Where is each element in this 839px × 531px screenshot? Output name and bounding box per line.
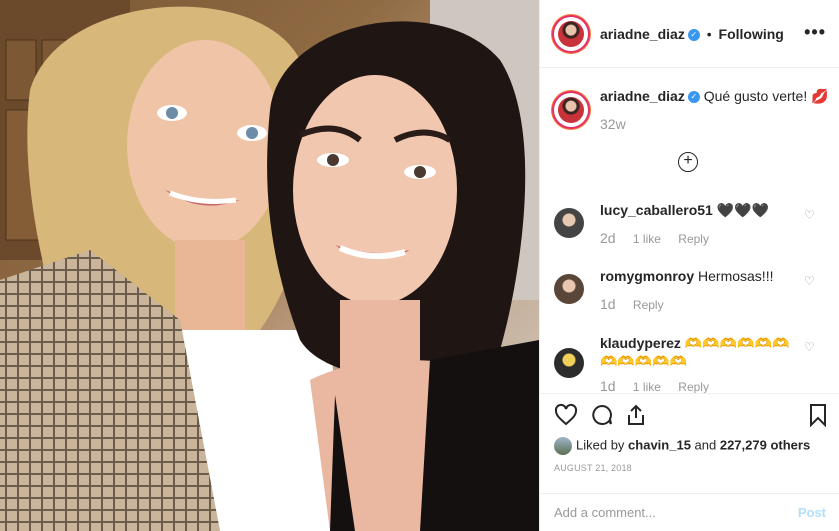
comment-username[interactable]: klaudyperez: [600, 335, 681, 351]
comment-age[interactable]: 2d: [600, 230, 616, 246]
comment-avatar[interactable]: [554, 208, 584, 238]
bookmark-icon[interactable]: [806, 403, 830, 427]
verified-icon: ✓: [687, 91, 700, 104]
comment-age[interactable]: 1d: [600, 378, 616, 394]
verified-icon: ✓: [687, 29, 700, 42]
post-button[interactable]: Post: [798, 505, 826, 520]
blonde-face: [127, 40, 283, 250]
comment-avatar[interactable]: [554, 348, 584, 378]
comment-meta: 1d 1 like Reply: [600, 378, 723, 394]
reply-button[interactable]: Reply: [678, 380, 709, 394]
caption-text: ariadne_diaz ✓ Qué gusto verte! 💋: [600, 88, 829, 105]
comment-body: lucy_caballero51 🖤🖤🖤: [600, 202, 769, 219]
likes-middle: and: [690, 437, 720, 453]
comment-username[interactable]: lucy_caballero51: [600, 202, 713, 218]
post-side-panel: ariadne_diaz ✓ • Following ••• ariadne_di…: [539, 0, 839, 531]
comment-heart-icon[interactable]: ♡: [804, 208, 816, 222]
plus-circle-icon[interactable]: +: [678, 152, 698, 172]
likes-count[interactable]: 227,279 others: [720, 437, 810, 452]
post-date[interactable]: AUGUST 21, 2018: [554, 463, 632, 473]
comment-body: romygmonroy Hermosas!!!: [600, 268, 773, 284]
comment-text: Hermosas!!!: [698, 268, 774, 284]
caption-username[interactable]: ariadne_diaz: [600, 88, 685, 104]
dot-separator: •: [706, 26, 712, 42]
comment-likes[interactable]: 1 like: [633, 232, 661, 246]
instagram-post: ariadne_diaz ✓ • Following ••• ariadne_di…: [0, 0, 839, 531]
add-comment-bar: Add a comment... Post: [540, 493, 839, 531]
reply-button[interactable]: Reply: [678, 232, 709, 246]
post-header: ariadne_diaz ✓ • Following •••: [540, 0, 839, 68]
likes-prefix: Liked by: [576, 437, 629, 453]
caption-body: Qué gusto verte! 💋: [703, 88, 829, 104]
header-title: ariadne_diaz ✓ • Following: [600, 26, 784, 42]
black-top: [420, 340, 539, 531]
comment-body: klaudyperez 🫶🫶🫶🫶🫶🫶🫶🫶🫶🫶🫶: [600, 334, 790, 370]
photo-illustration: [0, 0, 539, 531]
caption-age[interactable]: 32w: [600, 116, 626, 132]
author-avatar[interactable]: [554, 17, 588, 51]
comment-likes[interactable]: 1 like: [633, 380, 661, 394]
post-photo[interactable]: [0, 0, 539, 531]
likes-summary: Liked by chavin_15 and 227,279 others: [554, 437, 810, 455]
comment-meta: 1d Reply: [600, 296, 678, 312]
comment-heart-icon[interactable]: ♡: [804, 274, 816, 288]
post-actions: Liked by chavin_15 and 227,279 others AU…: [540, 393, 839, 531]
following-button[interactable]: Following: [719, 26, 784, 42]
share-icon[interactable]: [624, 403, 648, 427]
liked-by-user[interactable]: chavin_15: [628, 437, 691, 452]
author-username[interactable]: ariadne_diaz: [600, 26, 685, 42]
brunette-face: [293, 75, 457, 305]
liker-avatar[interactable]: [554, 437, 572, 455]
heart-icon[interactable]: [554, 403, 578, 427]
comment-username[interactable]: romygmonroy: [600, 268, 694, 284]
comment-heart-icon[interactable]: ♡: [804, 340, 816, 354]
comment-input[interactable]: Add a comment...: [554, 505, 656, 520]
comment-text: 🖤🖤🖤: [716, 202, 770, 218]
comment-avatar[interactable]: [554, 274, 584, 304]
comment-meta: 2d 1 like Reply: [600, 230, 723, 246]
more-icon[interactable]: •••: [804, 22, 826, 43]
caption-avatar[interactable]: [554, 93, 588, 127]
comment-icon[interactable]: [590, 403, 614, 427]
reply-button[interactable]: Reply: [633, 298, 664, 312]
comment-age[interactable]: 1d: [600, 296, 616, 312]
